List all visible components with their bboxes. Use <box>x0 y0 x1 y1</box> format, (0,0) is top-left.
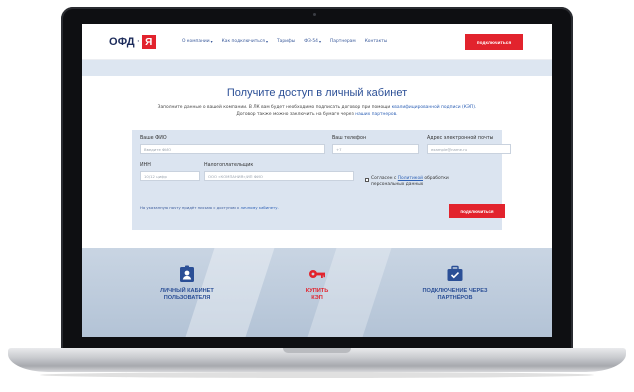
payer-input[interactable]: ООО «КОМПАНИЯ»/ИП ФИО <box>204 171 354 181</box>
nav-item-label: Тарифы <box>276 39 296 44</box>
webcam <box>313 13 316 16</box>
fio-label: Ваше ФИО <box>140 136 167 141</box>
chevron-down-icon: ▾ <box>210 39 213 44</box>
email-label: Адрес электронной почты <box>427 136 494 141</box>
tile-connect-via-partners[interactable]: ПОДКЛЮЧЕНИЕ ЧЕРЕЗ ПАРТНЁРОВ <box>400 264 510 302</box>
nav-item-label: Как подключиться <box>221 39 265 44</box>
inn-input[interactable]: 10/12 цифр <box>140 171 200 181</box>
tile-line: ПАРТНЁРОВ <box>437 295 473 301</box>
chevron-down-icon: ▾ <box>318 39 321 44</box>
tile-personal-cabinet[interactable]: ЛИЧНЫЙ КАБИНЕТ ПОЛЬЗОВАТЕЛЯ <box>132 264 242 302</box>
tile-line: КЭП <box>311 295 323 301</box>
nav-item-partners[interactable]: Партнерам <box>330 39 356 44</box>
nav-item-tariffs[interactable]: Тарифы <box>277 39 295 44</box>
nav-item-fz54[interactable]: ФЗ-54 ▾ <box>304 39 321 44</box>
phone-input[interactable]: +7 <box>332 144 419 154</box>
tile-label: КУПИТЬ КЭП <box>262 288 372 302</box>
logo-mark: Я <box>141 35 156 49</box>
privacy-policy-link[interactable]: Политикой <box>398 176 423 181</box>
payer-label: Налогоплательщик <box>204 163 254 168</box>
subtitle-text: Заполните данные о вашей компании. В ЛК … <box>157 105 392 110</box>
site-logo[interactable]: ОФД · Я <box>109 35 156 49</box>
nav-item-label: ФЗ-54 <box>304 39 318 44</box>
tile-buy-signature[interactable]: КУПИТЬ КЭП <box>262 264 372 302</box>
tile-line: ПОДКЛЮЧЕНИЕ ЧЕРЕЗ <box>422 288 488 294</box>
phone-label: Ваш телефон <box>332 136 367 141</box>
chevron-down-icon: ▾ <box>265 39 268 44</box>
logo-separator: · <box>136 37 140 47</box>
connect-button-header[interactable]: подключиться <box>465 34 523 50</box>
consent-text: Согласен с Политикой обработки персональ… <box>371 176 481 188</box>
page-subtitle: Заполните данные о вашей компании. В ЛК … <box>122 105 512 118</box>
nav-item-contacts[interactable]: Контакты <box>365 39 388 44</box>
logo-text: ОФД <box>109 36 135 48</box>
main-nav: О компании ▾ Как подключиться ▾ Тарифы Ф… <box>182 39 387 44</box>
laptop-notch <box>283 348 351 353</box>
cabinet-link[interactable]: личному кабинету. <box>241 205 279 210</box>
tile-label: ЛИЧНЫЙ КАБИНЕТ ПОЛЬЗОВАТЕЛЯ <box>132 288 242 302</box>
laptop-mockup: ОФД · Я О компании ▾ Как подключиться ▾ … <box>0 0 634 392</box>
nav-item-label: Контакты <box>364 39 388 44</box>
user-badge-icon <box>177 264 197 284</box>
header-band <box>82 60 552 76</box>
note-text: На указанную почту придёт письмо с досту… <box>140 205 241 210</box>
tile-line: ПОЛЬЗОВАТЕЛЯ <box>163 295 211 301</box>
consent-checkbox[interactable] <box>365 178 369 182</box>
email-note: На указанную почту придёт письмо с досту… <box>140 205 279 210</box>
email-input[interactable]: example@name.ru <box>427 144 511 154</box>
key-icon <box>307 264 327 284</box>
consent-prefix: Согласен с <box>371 176 398 181</box>
tile-line: КУПИТЬ <box>305 288 329 294</box>
page-title: Получите доступ в личный кабинет <box>226 87 408 99</box>
qualified-signature-link[interactable]: квалифицированной подписи (КЭП). <box>392 105 477 110</box>
briefcase-check-icon <box>445 264 465 284</box>
tile-line: ЛИЧНЫЙ КАБИНЕТ <box>160 288 214 294</box>
laptop-shadow <box>40 372 594 378</box>
laptop-screen: ОФД · Я О компании ▾ Как подключиться ▾ … <box>82 24 552 337</box>
partners-link[interactable]: наших партнеров. <box>355 112 397 117</box>
nav-item-label: Партнерам <box>329 39 356 44</box>
nav-item-about[interactable]: О компании ▾ <box>182 39 213 44</box>
site-header: ОФД · Я О компании ▾ Как подключиться ▾ … <box>82 24 552 60</box>
inn-label: ИНН <box>140 163 151 168</box>
connect-button-form[interactable]: подключиться <box>449 204 505 218</box>
fio-input[interactable]: Введите ФИО <box>140 144 325 154</box>
subtitle-text: Договор также можно заключить на бумаге … <box>236 111 356 117</box>
nav-item-label: О компании <box>182 39 210 44</box>
tile-label: ПОДКЛЮЧЕНИЕ ЧЕРЕЗ ПАРТНЁРОВ <box>400 288 510 302</box>
nav-item-how-to-connect[interactable]: Как подключиться ▾ <box>222 39 268 44</box>
